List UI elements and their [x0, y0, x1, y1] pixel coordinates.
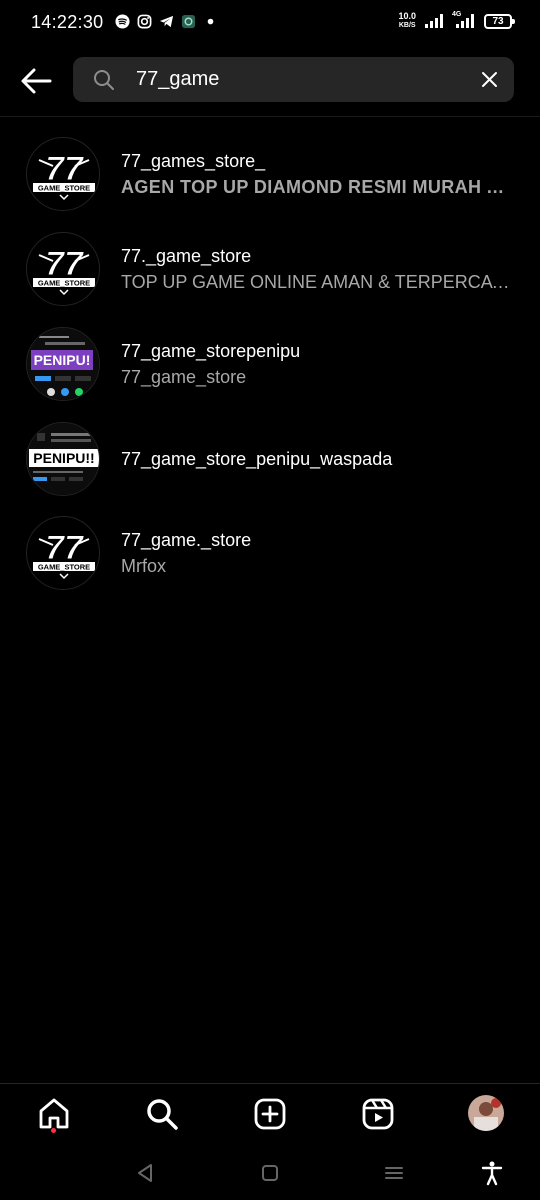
result-username: 77_games_store_ — [121, 151, 266, 171]
back-arrow-icon[interactable] — [18, 63, 54, 99]
search-input[interactable]: 77_game — [73, 57, 514, 102]
avatar: 77 GAME_STORE — [26, 232, 100, 306]
svg-text:GAME_STORE: GAME_STORE — [38, 563, 90, 572]
logo-77-icon: 77 GAME_STORE — [33, 150, 95, 201]
close-icon[interactable] — [480, 70, 499, 89]
penipu-screenshot-icon: PENIPU!! — [27, 423, 99, 495]
svg-text:PENIPU!!: PENIPU!! — [33, 450, 94, 466]
result-subtitle: Mrfox — [121, 556, 166, 576]
result-row[interactable]: PENIPU! 77_game_storepenipu 77_game_stor… — [0, 317, 540, 411]
status-indicators: 10.0 KB/S 4G 73 — [398, 11, 515, 30]
network-speed-value: 10.0 — [398, 11, 416, 21]
home-square-icon[interactable] — [257, 1160, 283, 1186]
home-icon[interactable] — [36, 1096, 72, 1132]
telegram-icon — [159, 15, 174, 28]
status-bar: 14:22:30 10.0 KB/S 4G 73 — [0, 0, 540, 46]
notification-icons — [115, 14, 218, 29]
result-row[interactable]: 77 GAME_STORE 77._game_store TOP UP GAME… — [0, 222, 540, 316]
svg-text:GAME_STORE: GAME_STORE — [38, 184, 90, 193]
result-subtitle: 77_game_store — [121, 367, 247, 387]
app-icon — [181, 14, 196, 29]
logo-77-icon: 77 GAME_STORE — [33, 245, 95, 296]
dot-icon — [207, 18, 214, 25]
notification-dot — [51, 1128, 56, 1133]
search-icon[interactable] — [144, 1096, 180, 1132]
wifi-signal-icon — [425, 14, 443, 28]
system-nav-bar — [0, 1146, 540, 1200]
result-row[interactable]: 77 GAME_STORE 77_game._store Mrfox — [0, 507, 540, 601]
network-speed-unit: KB/S — [398, 22, 416, 29]
accessibility-icon[interactable] — [479, 1160, 505, 1186]
result-subtitle: AGEN TOP UP DIAMOND RESMI MURAH AMAN — [121, 177, 517, 197]
avatar: PENIPU!! — [26, 422, 100, 496]
svg-text:77: 77 — [45, 150, 85, 188]
network-speed: 10.0 KB/S — [398, 12, 416, 30]
search-icon — [94, 70, 114, 90]
battery-icon: 73 — [484, 13, 515, 29]
svg-text:77: 77 — [45, 245, 85, 283]
profile-avatar[interactable] — [468, 1095, 504, 1131]
recents-icon[interactable] — [381, 1160, 407, 1186]
status-time: 14:22:30 — [31, 12, 104, 32]
cell-signal: 4G — [452, 11, 476, 29]
result-username: 77_game_store_penipu_waspada — [121, 449, 393, 469]
svg-text:77: 77 — [45, 529, 85, 567]
back-triangle-icon[interactable] — [132, 1160, 158, 1186]
create-icon[interactable] — [252, 1096, 288, 1132]
result-row[interactable]: PENIPU!! 77_game_store_penipu_waspada — [0, 412, 540, 506]
profile-photo-icon — [468, 1095, 504, 1131]
result-row[interactable]: 77 GAME_STORE 77_games_store_ AGEN TOP U… — [0, 127, 540, 221]
svg-text:PENIPU!: PENIPU! — [34, 352, 91, 368]
bottom-nav — [0, 1083, 540, 1146]
spotify-icon — [115, 14, 130, 29]
avatar: 77 GAME_STORE — [26, 137, 100, 211]
header-divider — [0, 116, 540, 117]
battery-level: 73 — [492, 15, 504, 27]
search-query[interactable]: 77_game — [136, 68, 219, 91]
result-username: 77_game._store — [121, 530, 252, 550]
avatar: PENIPU! — [26, 327, 100, 401]
logo-77-icon: 77 GAME_STORE — [33, 529, 95, 580]
penipu-screenshot-icon: PENIPU! — [27, 328, 99, 400]
result-subtitle: TOP UP GAME ONLINE AMAN & TERPERCAYA 100… — [121, 272, 517, 292]
signal-label: 4G — [452, 11, 462, 18]
avatar: 77 GAME_STORE — [26, 516, 100, 590]
instagram-icon — [137, 14, 152, 29]
svg-text:GAME_STORE: GAME_STORE — [38, 279, 90, 288]
reels-icon[interactable] — [360, 1096, 396, 1132]
result-username: 77._game_store — [121, 246, 252, 266]
result-username: 77_game_storepenipu — [121, 341, 301, 361]
